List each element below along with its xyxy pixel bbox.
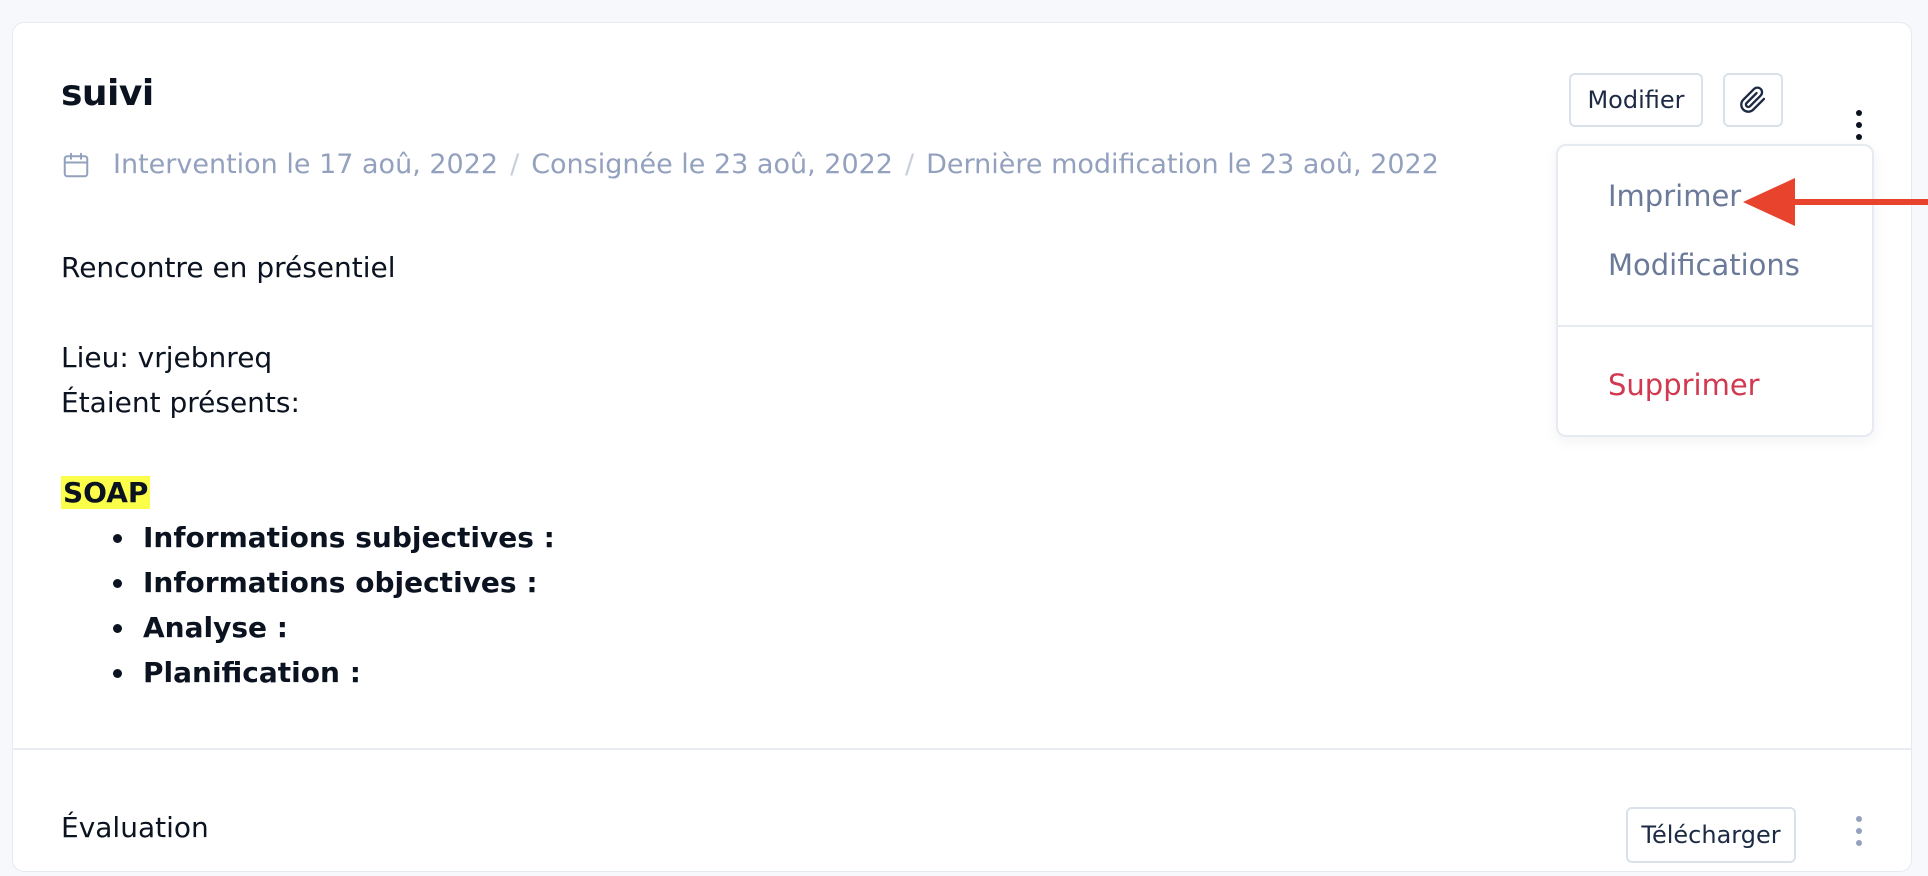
- section-divider: [13, 748, 1911, 750]
- note-card: suivi Intervention le 17 aoû, 2022 / Con…: [12, 22, 1928, 872]
- soap-heading: SOAP: [61, 476, 151, 509]
- attendees-line: Étaient présents:: [61, 386, 300, 419]
- edit-button[interactable]: Modifier: [1569, 73, 1703, 127]
- meta-separator: /: [905, 149, 915, 180]
- meta-separator: /: [510, 149, 520, 180]
- note-content: Rencontre en présentiel Lieu: vrjebnreq …: [61, 245, 555, 695]
- soap-item: Analyse :: [113, 605, 555, 650]
- content-line: Rencontre en présentiel: [61, 251, 396, 284]
- modified-date: Dernière modification le 23 aoû, 2022: [926, 149, 1439, 180]
- soap-item: Planification :: [113, 650, 555, 695]
- annotation-arrow-icon: [1743, 178, 1928, 226]
- download-button[interactable]: Télécharger: [1626, 807, 1796, 863]
- note-meta: Intervention le 17 aoû, 2022 / Consignée…: [61, 149, 1439, 180]
- note-title: suivi: [61, 73, 154, 114]
- menu-item-modifications[interactable]: Modifications: [1608, 248, 1800, 282]
- calendar-icon: [63, 152, 89, 177]
- soap-list: Informations subjectives : Informations …: [61, 515, 555, 695]
- menu-item-print[interactable]: Imprimer: [1608, 179, 1741, 213]
- logged-date: Consignée le 23 aoû, 2022: [531, 149, 893, 180]
- attachment-more-options-button[interactable]: [1847, 809, 1871, 853]
- paperclip-icon: [1740, 86, 1766, 113]
- menu-item-delete[interactable]: Supprimer: [1608, 368, 1760, 402]
- menu-divider: [1558, 325, 1872, 327]
- kebab-menu-icon: [1856, 110, 1862, 116]
- attachment-name: Évaluation: [61, 811, 209, 844]
- more-options-button[interactable]: [1847, 103, 1871, 147]
- kebab-menu-icon: [1856, 816, 1862, 822]
- soap-item: Informations objectives :: [113, 560, 555, 605]
- intervention-date: Intervention le 17 aoû, 2022: [113, 149, 499, 180]
- attach-button[interactable]: [1723, 73, 1783, 127]
- location-line: Lieu: vrjebnreq: [61, 341, 273, 374]
- soap-item: Informations subjectives :: [113, 515, 555, 560]
